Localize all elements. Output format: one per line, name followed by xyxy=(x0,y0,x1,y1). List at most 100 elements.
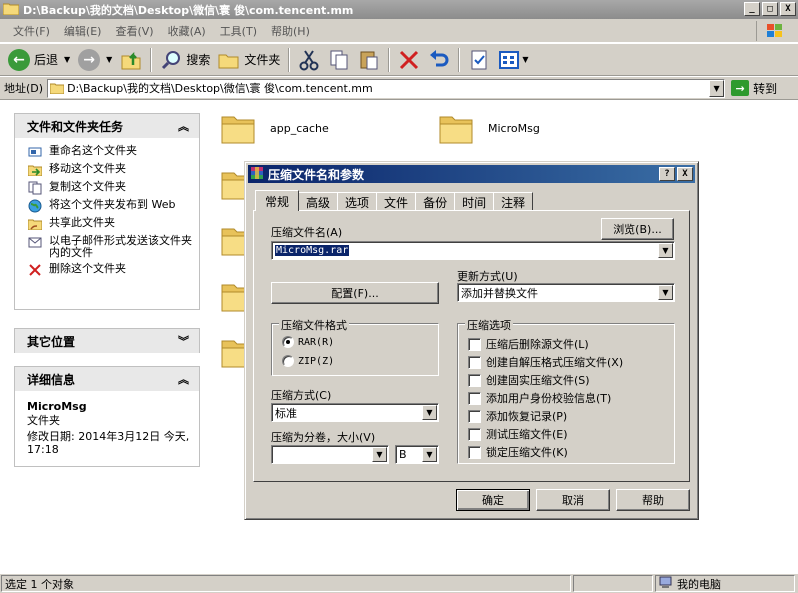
dialog-titlebar[interactable]: 压缩文件名和参数 ? X xyxy=(248,165,695,183)
details-pane-header[interactable]: 详细信息 ︽ xyxy=(15,367,199,391)
option-label: 压缩后删除源文件(L) xyxy=(486,338,589,351)
folders-label: 文件夹 xyxy=(244,53,281,67)
task-copy[interactable]: 复制这个文件夹 xyxy=(27,181,193,195)
option-label: 锁定压缩文件(K) xyxy=(486,446,568,459)
split-unit-dropdown[interactable]: ▼ xyxy=(422,447,437,462)
split-unit-value: B xyxy=(399,448,407,461)
tab-general[interactable]: 常规 xyxy=(255,190,300,211)
format-zip-radio[interactable]: ZIP(Z) xyxy=(282,355,334,367)
cut-button[interactable] xyxy=(294,46,324,74)
chevron-down-icon[interactable]: ▼ xyxy=(64,55,70,64)
undo-button[interactable] xyxy=(424,46,454,74)
option-label: 创建固实压缩文件(S) xyxy=(486,374,590,387)
method-select[interactable]: 标准 ▼ xyxy=(271,403,439,422)
tab-backup[interactable]: 备份 xyxy=(415,192,456,211)
browse-button[interactable]: 浏览(B)... xyxy=(601,218,674,240)
places-pane-header[interactable]: 其它位置 ︾ xyxy=(15,329,199,353)
folder-item[interactable]: app_cache xyxy=(220,111,329,145)
task-rename[interactable]: 重命名这个文件夹 xyxy=(27,145,193,159)
status-empty-cell xyxy=(573,575,653,592)
minimize-button[interactable]: _ xyxy=(744,2,760,16)
option-label: 创建自解压格式压缩文件(X) xyxy=(486,356,624,369)
up-folder-button[interactable] xyxy=(116,46,146,74)
search-button[interactable]: 搜索 xyxy=(156,46,214,74)
cancel-button[interactable]: 取消 xyxy=(536,489,610,511)
split-size-dropdown[interactable]: ▼ xyxy=(372,447,387,462)
forward-button[interactable]: → ▼ xyxy=(74,46,116,74)
dialog-help-button[interactable]: ? xyxy=(659,167,675,181)
back-button[interactable]: ← 后退 ▼ xyxy=(4,46,74,74)
split-unit-select[interactable]: B ▼ xyxy=(395,445,439,464)
task-publish-web[interactable]: 将这个文件夹发布到 Web xyxy=(27,199,193,213)
option-delete-after[interactable]: 压缩后删除源文件(L) xyxy=(468,336,589,352)
folders-button[interactable]: 文件夹 xyxy=(214,46,284,74)
email-icon xyxy=(27,235,43,249)
split-size-input[interactable]: ▼ xyxy=(271,445,389,464)
copy-button[interactable] xyxy=(324,46,354,74)
folder-icon xyxy=(439,116,473,144)
tab-comment[interactable]: 注释 xyxy=(493,192,534,211)
properties-button[interactable] xyxy=(464,46,494,74)
format-zip-label: ZIP(Z) xyxy=(298,355,335,367)
task-move[interactable]: 移动这个文件夹 xyxy=(27,163,193,177)
update-mode-dropdown[interactable]: ▼ xyxy=(658,285,673,300)
views-button[interactable]: ▼ xyxy=(494,46,532,74)
address-path: D:\Backup\我的文档\Desktop\微信\寰 俊\com.tencen… xyxy=(67,82,373,95)
chevron-down-icon[interactable]: ▼ xyxy=(106,55,112,64)
detail-item-name: MicroMsg xyxy=(27,400,87,413)
menu-edit[interactable]: 编辑(E) xyxy=(57,21,109,41)
address-input[interactable]: D:\Backup\我的文档\Desktop\微信\寰 俊\com.tencen… xyxy=(47,78,726,98)
task-delete[interactable]: 删除这个文件夹 xyxy=(27,263,193,277)
option-authenticity[interactable]: 添加用户身份校验信息(T) xyxy=(468,390,611,406)
collapse-chevron-icon[interactable]: ︽ xyxy=(178,118,189,134)
search-icon xyxy=(162,50,181,69)
detail-item-type: 文件夹 xyxy=(27,414,60,427)
expand-chevron-icon[interactable]: ︾ xyxy=(178,333,189,349)
task-share[interactable]: 共享此文件夹 xyxy=(27,217,193,231)
maximize-button[interactable]: □ xyxy=(762,2,778,16)
help-button[interactable]: 帮助 xyxy=(616,489,690,511)
task-email[interactable]: 以电子邮件形式发送该文件夹内的文件 xyxy=(27,235,193,259)
format-rar-radio[interactable]: RAR(R) xyxy=(282,336,334,348)
menu-help[interactable]: 帮助(H) xyxy=(264,21,317,41)
menu-view[interactable]: 查看(V) xyxy=(108,21,160,41)
option-lock[interactable]: 锁定压缩文件(K) xyxy=(468,444,568,460)
tab-advanced[interactable]: 高级 xyxy=(298,192,339,211)
chevron-down-icon[interactable]: ▼ xyxy=(522,55,528,64)
rename-icon xyxy=(27,145,43,159)
method-dropdown[interactable]: ▼ xyxy=(422,405,437,420)
views-icon xyxy=(499,50,520,69)
folder-item[interactable]: MicroMsg xyxy=(438,111,540,145)
profiles-button[interactable]: 配置(F)... xyxy=(271,282,439,304)
method-value: 标准 xyxy=(275,406,297,420)
delete-button[interactable] xyxy=(394,46,424,74)
toolbar: ← 后退 ▼ → ▼ 搜索 文件夹 ▼ xyxy=(0,44,798,76)
option-recovery[interactable]: 添加恢复记录(P) xyxy=(468,408,567,424)
tab-files[interactable]: 文件 xyxy=(376,192,417,211)
checkbox-unchecked xyxy=(468,409,481,423)
tab-time[interactable]: 时间 xyxy=(454,192,495,211)
option-sfx[interactable]: 创建自解压格式压缩文件(X) xyxy=(468,354,623,370)
menu-tools[interactable]: 工具(T) xyxy=(213,21,264,41)
window-titlebar[interactable]: D:\Backup\我的文档\Desktop\微信\寰 俊\com.tencen… xyxy=(0,0,798,19)
archive-name-input[interactable]: MicroMsg.rar ▼ xyxy=(271,241,675,260)
archive-name-dropdown[interactable]: ▼ xyxy=(658,243,673,258)
folders-icon xyxy=(218,54,239,68)
go-button[interactable]: → 转到 xyxy=(731,80,777,97)
paste-button[interactable] xyxy=(354,46,384,74)
winrar-icon xyxy=(250,166,264,183)
tasks-pane-header[interactable]: 文件和文件夹任务 ︽ xyxy=(15,114,199,138)
option-solid[interactable]: 创建固实压缩文件(S) xyxy=(468,372,590,388)
toolbar-separator xyxy=(458,47,461,72)
close-button[interactable]: X xyxy=(780,2,796,16)
update-mode-select[interactable]: 添加并替换文件 ▼ xyxy=(457,283,675,302)
option-test[interactable]: 测试压缩文件(E) xyxy=(468,426,568,442)
copy-icon xyxy=(330,50,348,69)
address-dropdown-button[interactable]: ▼ xyxy=(709,79,725,97)
dialog-close-button[interactable]: X xyxy=(677,167,693,181)
tab-options[interactable]: 选项 xyxy=(337,192,378,211)
collapse-chevron-icon[interactable]: ︽ xyxy=(178,371,189,387)
menu-favorites[interactable]: 收藏(A) xyxy=(161,21,213,41)
menu-file[interactable]: 文件(F) xyxy=(6,21,57,41)
ok-button[interactable]: 确定 xyxy=(456,489,530,511)
